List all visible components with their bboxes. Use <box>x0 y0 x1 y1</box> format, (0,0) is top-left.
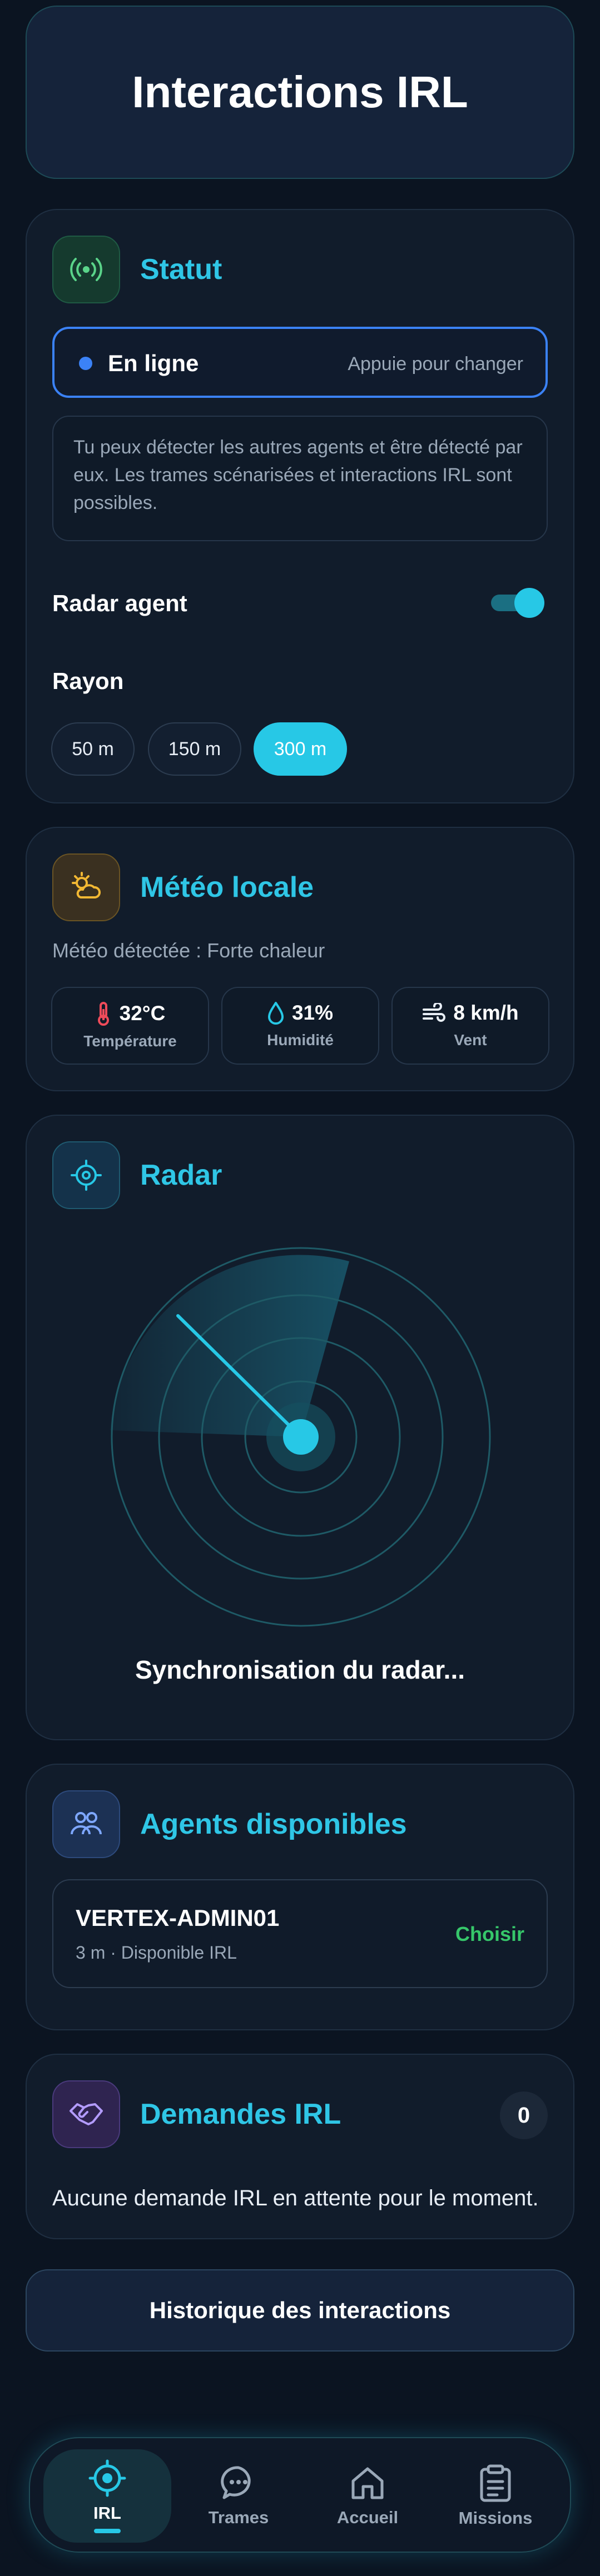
online-dot-icon <box>79 357 92 370</box>
agents-title: Agents disponibles <box>140 1808 407 1840</box>
weather-detected: Météo détectée : Forte chaleur <box>52 939 325 962</box>
agents-card: Agents disponibles VERTEX-ADMIN01 3 m · … <box>26 1764 574 2030</box>
wind-icon <box>423 1003 446 1022</box>
range-option-150[interactable]: 150 m <box>148 722 241 776</box>
weather-tile-wind: 8 km/h Vent <box>391 987 549 1065</box>
weather-tile-humidity: 31% Humidité <box>221 987 379 1065</box>
weather-tile-temperature: 32°C Température <box>51 987 209 1065</box>
crosshair-icon <box>52 1141 120 1209</box>
agents-header: Agents disponibles <box>52 1790 407 1858</box>
clipboard-icon <box>480 2464 511 2502</box>
handshake-icon <box>52 2080 120 2148</box>
droplet-icon <box>267 1002 284 1025</box>
nav-item-missions[interactable]: Missions <box>432 2449 559 2543</box>
requests-card: Demandes IRL 0 Aucune demande IRL en att… <box>26 2054 574 2239</box>
page-header: Interactions IRL <box>26 6 574 179</box>
radar-sync-text: Synchronisation du radar... <box>135 1655 465 1684</box>
agent-meta: 3 m · Disponible IRL <box>76 1943 237 1963</box>
wind-value: 8 km/h <box>453 1001 519 1024</box>
sun-cloud-icon <box>52 853 120 921</box>
range-label: Rayon <box>52 668 124 694</box>
nav-active-indicator <box>94 2529 121 2533</box>
temperature-value: 32°C <box>119 1002 166 1025</box>
broadcast-icon <box>52 236 120 303</box>
status-card: Statut En ligne Appuie pour changer Tu p… <box>26 209 574 803</box>
chat-bubble-icon <box>221 2466 251 2499</box>
wind-label: Vent <box>454 1031 487 1049</box>
radar-target-icon <box>88 2459 126 2497</box>
temperature-label: Température <box>83 1032 177 1050</box>
home-icon <box>351 2467 384 2499</box>
radar-title: Radar <box>140 1159 222 1191</box>
status-description: Tu peux détecter les autres agents et êt… <box>73 437 523 513</box>
nav-label-missions: Missions <box>458 2508 533 2528</box>
radar-center-dot <box>283 1419 319 1455</box>
nav-label-accueil: Accueil <box>336 2508 399 2527</box>
status-value: En ligne <box>108 350 199 376</box>
bottom-nav: IRL Trames Accueil Missions <box>29 2437 571 2553</box>
status-header: Statut <box>52 236 222 303</box>
nav-label-irl: IRL <box>93 2503 121 2523</box>
agent-name: VERTEX-ADMIN01 <box>76 1905 280 1931</box>
radar-display <box>110 1247 491 1627</box>
range-option-300[interactable]: 300 m <box>254 722 347 776</box>
history-button[interactable]: Historique des interactions <box>26 2269 574 2352</box>
choose-agent-button[interactable]: Choisir <box>455 1923 524 1946</box>
radar-agent-toggle[interactable] <box>491 588 544 618</box>
requests-empty-text: Aucune demande IRL en attente pour le mo… <box>52 2186 539 2210</box>
nav-item-trames[interactable]: Trames <box>175 2449 303 2543</box>
radar-card: Radar Synchronisation du radar... <box>26 1115 574 1740</box>
thermometer-icon <box>97 1002 109 1026</box>
page-title: Interactions IRL <box>132 67 468 117</box>
users-icon <box>52 1790 120 1858</box>
requests-title: Demandes IRL <box>140 2098 341 2130</box>
weather-title: Météo locale <box>140 871 314 903</box>
status-toggle-button[interactable]: En ligne Appuie pour changer <box>52 327 548 398</box>
status-description-box: Tu peux détecter les autres agents et êt… <box>52 416 548 541</box>
requests-header: Demandes IRL <box>52 2080 341 2148</box>
nav-label-trames: Trames <box>208 2508 269 2527</box>
humidity-value: 31% <box>291 1001 334 1024</box>
humidity-label: Humidité <box>267 1031 334 1049</box>
requests-count-badge: 0 <box>500 2091 548 2139</box>
status-title: Statut <box>140 253 222 286</box>
weather-header: Météo locale <box>52 853 314 921</box>
radar-header: Radar <box>52 1141 222 1209</box>
status-hint: Appuie pour changer <box>348 353 523 375</box>
range-option-50[interactable]: 50 m <box>51 722 135 776</box>
radar-agent-label: Radar agent <box>52 590 187 616</box>
agent-row[interactable]: VERTEX-ADMIN01 3 m · Disponible IRL Choi… <box>52 1879 548 1988</box>
nav-item-irl[interactable]: IRL <box>43 2449 171 2543</box>
nav-item-accueil[interactable]: Accueil <box>304 2449 432 2543</box>
